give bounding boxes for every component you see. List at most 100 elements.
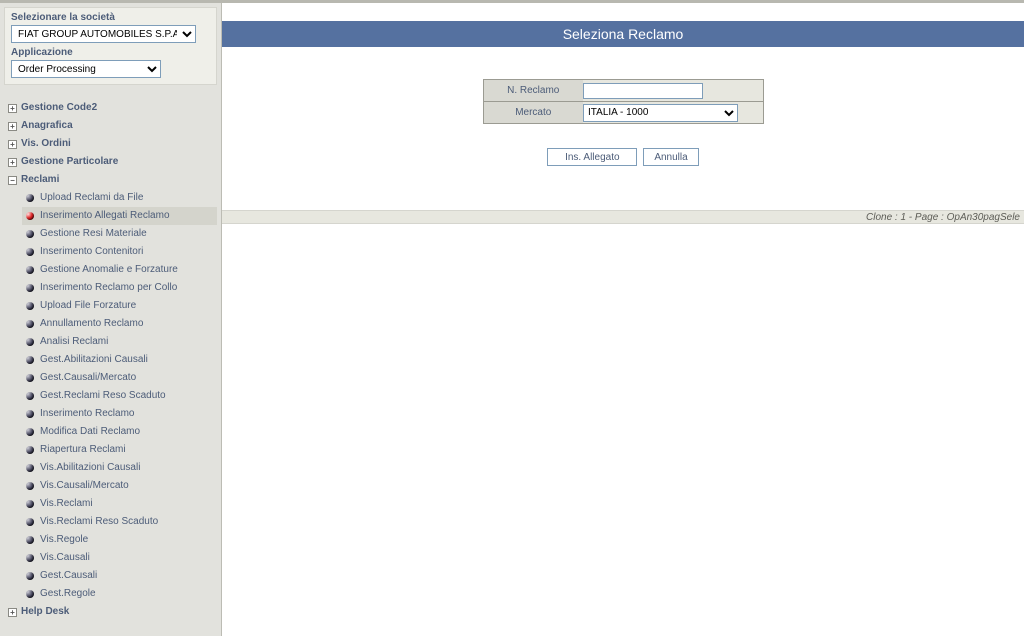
bullet-icon — [26, 302, 34, 310]
expand-icon[interactable]: + — [8, 104, 17, 113]
page-title: Seleziona Reclamo — [222, 21, 1024, 47]
button-row: Ins. Allegato Annulla — [222, 148, 1024, 166]
application-select[interactable]: Order Processing — [11, 60, 161, 78]
ins-allegato-button[interactable]: Ins. Allegato — [547, 148, 637, 166]
expand-icon[interactable]: + — [8, 158, 17, 167]
tree-node-label: Anagrafica — [21, 119, 73, 133]
tree-subitem-label: Annullamento Reclamo — [40, 317, 213, 331]
tree-subitem[interactable]: Gestione Resi Materiale — [22, 225, 217, 243]
tree-subitem[interactable]: Vis.Causali — [22, 549, 217, 567]
mercato-select[interactable]: ITALIA - 1000 — [583, 104, 738, 122]
tree-node-label: Vis. Ordini — [21, 137, 71, 151]
form-wrap: N. Reclamo Mercato ITALIA - 1000 — [222, 79, 1024, 124]
bullet-icon — [26, 590, 34, 598]
tree-subitem[interactable]: Gestione Anomalie e Forzature — [22, 261, 217, 279]
tree-subitem-label: Inserimento Allegati Reclamo — [40, 209, 213, 223]
tree-subitem[interactable]: Modifica Dati Reclamo — [22, 423, 217, 441]
tree-node[interactable]: +Gestione Code2 — [4, 99, 217, 117]
tree-subitem[interactable]: Gest.Regole — [22, 585, 217, 603]
tree-subitem[interactable]: Gest.Reclami Reso Scaduto — [22, 387, 217, 405]
tree-node-label: Reclami — [21, 173, 59, 187]
tree-subitem[interactable]: Gest.Causali/Mercato — [22, 369, 217, 387]
claim-form: N. Reclamo Mercato ITALIA - 1000 — [483, 79, 764, 124]
tree-subitem-label: Vis.Causali — [40, 551, 213, 565]
bullet-icon — [26, 518, 34, 526]
bullet-icon — [26, 482, 34, 490]
footer-status: Clone : 1 - Page : OpAn30pagSele — [222, 210, 1024, 224]
bullet-icon — [26, 464, 34, 472]
n-reclamo-input[interactable] — [583, 83, 703, 99]
tree-subitem-label: Gest.Abilitazioni Causali — [40, 353, 213, 367]
bullet-icon — [26, 410, 34, 418]
bullet-icon — [26, 212, 34, 220]
tree-node[interactable]: −Reclami — [4, 171, 217, 189]
tree-node[interactable]: + Vis. Ordini — [4, 135, 217, 153]
tree-subitem-label: Analisi Reclami — [40, 335, 213, 349]
tree-subitem-label: Inserimento Reclamo — [40, 407, 213, 421]
tree-subitem[interactable]: Inserimento Allegati Reclamo — [22, 207, 217, 225]
tree-subitem[interactable]: Gest.Causali — [22, 567, 217, 585]
tree-subitem[interactable]: Vis.Causali/Mercato — [22, 477, 217, 495]
tree-subitem-label: Vis.Causali/Mercato — [40, 479, 213, 493]
tree-subitem-label: Riapertura Reclami — [40, 443, 213, 457]
mercato-label: Mercato — [483, 102, 583, 124]
company-select[interactable]: FIAT GROUP AUTOMOBILES S.P.A — [11, 25, 196, 43]
annulla-button[interactable]: Annulla — [643, 148, 698, 166]
tree-subitem[interactable]: Inserimento Contenitori — [22, 243, 217, 261]
tree-node-label: Help Desk — [21, 605, 69, 619]
tree-subitem-label: Gest.Causali/Mercato — [40, 371, 213, 385]
tree-subitem[interactable]: Vis.Regole — [22, 531, 217, 549]
tree-subitem-label: Inserimento Reclamo per Collo — [40, 281, 213, 295]
tree-subitem-label: Inserimento Contenitori — [40, 245, 213, 259]
bullet-icon — [26, 374, 34, 382]
collapse-icon[interactable]: − — [8, 176, 17, 185]
bullet-icon — [26, 266, 34, 274]
tree-subitem-label: Gest.Regole — [40, 587, 213, 601]
tree-subitem-label: Gestione Resi Materiale — [40, 227, 213, 241]
tree-subitem-label: Vis.Reclami Reso Scaduto — [40, 515, 213, 529]
company-selector-block: Selezionare la società FIAT GROUP AUTOMO… — [4, 7, 217, 85]
tree-node-helpdesk[interactable]: + Help Desk — [4, 603, 217, 621]
bullet-icon — [26, 194, 34, 202]
tree-subitem[interactable]: Upload File Forzature — [22, 297, 217, 315]
bullet-icon — [26, 320, 34, 328]
tree-node[interactable]: + Anagrafica — [4, 117, 217, 135]
tree-subitem[interactable]: Upload Reclami da File — [22, 189, 217, 207]
tree-subitem[interactable]: Annullamento Reclamo — [22, 315, 217, 333]
tree-subitem-label: Vis.Regole — [40, 533, 213, 547]
tree-subitem[interactable]: Inserimento Reclamo — [22, 405, 217, 423]
expand-icon[interactable]: + — [8, 122, 17, 131]
tree-subitem-label: Upload File Forzature — [40, 299, 213, 313]
tree-subitem[interactable]: Vis.Abilitazioni Causali — [22, 459, 217, 477]
bullet-icon — [26, 338, 34, 346]
bullet-icon — [26, 572, 34, 580]
n-reclamo-label: N. Reclamo — [483, 80, 583, 102]
tree-subitem-label: Gestione Anomalie e Forzature — [40, 263, 213, 277]
expand-icon[interactable]: + — [8, 608, 17, 617]
bullet-icon — [26, 356, 34, 364]
tree-subitem[interactable]: Analisi Reclami — [22, 333, 217, 351]
bullet-icon — [26, 392, 34, 400]
bullet-icon — [26, 284, 34, 292]
tree-subitem-label: Gest.Causali — [40, 569, 213, 583]
expand-icon[interactable]: + — [8, 140, 17, 149]
tree-node-label: Gestione Particolare — [21, 155, 118, 169]
bullet-icon — [26, 446, 34, 454]
bullet-icon — [26, 230, 34, 238]
tree-subitem[interactable]: Vis.Reclami Reso Scaduto — [22, 513, 217, 531]
tree-subitem[interactable]: Riapertura Reclami — [22, 441, 217, 459]
application-label: Applicazione — [11, 47, 210, 58]
tree-subitem-label: Vis.Abilitazioni Causali — [40, 461, 213, 475]
tree-subitem-label: Upload Reclami da File — [40, 191, 213, 205]
tree-subitem[interactable]: Gest.Abilitazioni Causali — [22, 351, 217, 369]
tree-subitem-label: Modifica Dati Reclamo — [40, 425, 213, 439]
tree-subitem[interactable]: Vis.Reclami — [22, 495, 217, 513]
bullet-icon — [26, 248, 34, 256]
tree-subitem-label: Vis.Reclami — [40, 497, 213, 511]
tree-node[interactable]: + Gestione Particolare — [4, 153, 217, 171]
tree-subitem[interactable]: Inserimento Reclamo per Collo — [22, 279, 217, 297]
nav-tree: +Gestione Code2+Anagrafica+Vis. Ordini+G… — [4, 99, 217, 621]
bullet-icon — [26, 500, 34, 508]
sidebar: Selezionare la società FIAT GROUP AUTOMO… — [0, 3, 222, 636]
company-label: Selezionare la società — [11, 12, 210, 23]
